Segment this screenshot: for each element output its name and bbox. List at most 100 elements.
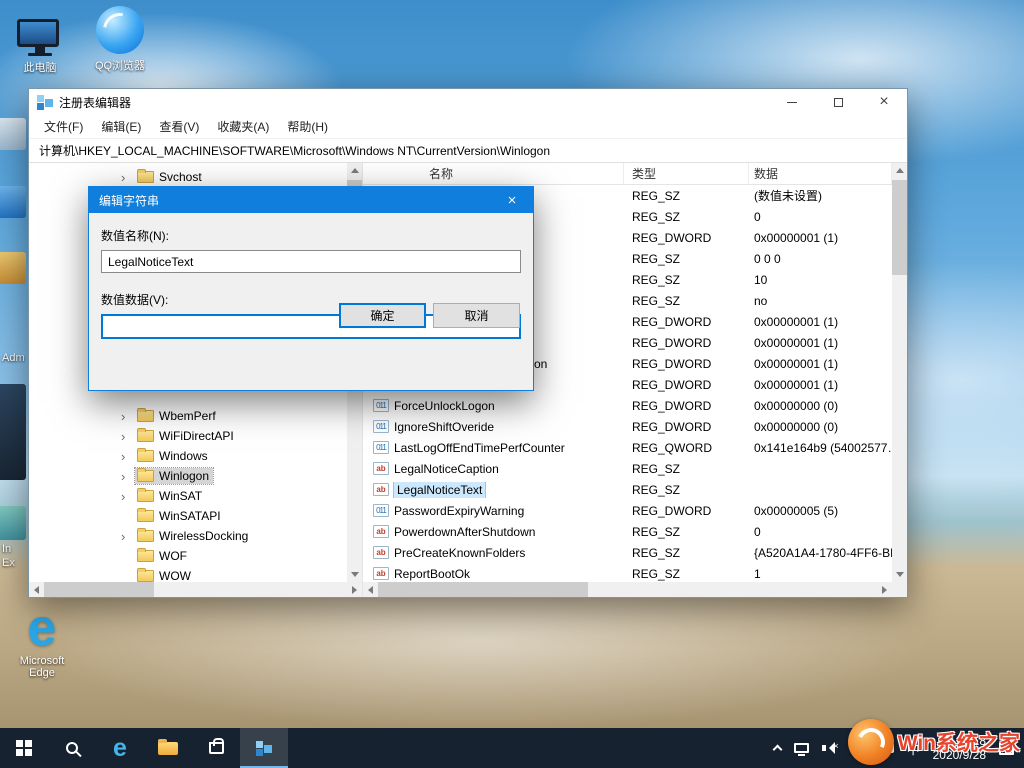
start-button[interactable] [0,728,48,768]
value-data-cell: 0x00000001 (1) [749,315,892,329]
tree-item-WiFiDirectAPI[interactable]: ›WiFiDirectAPI [29,426,347,446]
registry-value-row[interactable]: abPreCreateKnownFoldersREG_SZ{A520A1A4-1… [363,542,892,563]
tree-item-WOW[interactable]: WOW [29,566,347,582]
scroll-thumb[interactable] [44,582,154,597]
menu-item-4[interactable]: 帮助(H) [278,115,337,138]
tree-item-Winlogon[interactable]: › Winlogon [29,466,347,486]
store-icon [209,742,224,754]
registry-value-row[interactable]: abReportBootOkREG_SZ1 [363,563,892,582]
menu-item-3[interactable]: 收藏夹(A) [208,115,278,138]
value-data-cell: 0x00000000 (0) [749,420,892,434]
tree-item-WOF[interactable]: WOF [29,546,347,566]
menu-item-1[interactable]: 编辑(E) [92,115,150,138]
menu-item-2[interactable]: 查看(V) [150,115,208,138]
minimize-button[interactable] [769,89,815,115]
tree-item-label: WinSATAPI [159,509,221,523]
tree-item-label: Winlogon [159,469,209,483]
scroll-right-icon[interactable] [347,582,362,597]
value-name: LastLogOffEndTimePerfCounter [394,441,565,455]
desktop-icon-qq-browser[interactable]: QQ浏览器 [84,6,156,73]
menu-bar: 文件(F)编辑(E)查看(V)收藏夹(A)帮助(H) [29,115,907,139]
maximize-button[interactable] [815,89,861,115]
registry-value-row[interactable]: 011ForceUnlockLogonREG_DWORD0x00000000 (… [363,395,892,416]
tree-item-Svchost[interactable]: ›Svchost [29,167,347,187]
desktop-icon-this-pc[interactable]: 此电脑 [4,8,76,75]
address-bar[interactable]: 计算机\HKEY_LOCAL_MACHINE\SOFTWARE\Microsof… [29,139,907,163]
tree-item-label: Windows [159,449,208,463]
value-name: LegalNoticeCaption [394,462,499,476]
list-vertical-scrollbar[interactable] [892,163,907,582]
registry-value-row[interactable]: abPowerdownAfterShutdownREG_SZ0 [363,521,892,542]
window-title-bar[interactable]: 注册表编辑器 [29,89,907,115]
tree-item-Windows[interactable]: › Windows [29,446,347,466]
taskbar-store-button[interactable] [192,728,240,768]
string-value-icon: ab [373,525,389,538]
desktop: 此电脑 QQ浏览器 e Microsoft Edge Adm In Ex 注册表… [0,0,1024,768]
taskbar-registry-editor-button[interactable] [240,728,288,768]
hidden-icons-chevron-icon[interactable] [772,745,782,755]
value-type-cell: REG_SZ [624,189,749,203]
scroll-up-icon[interactable] [892,163,907,178]
close-button[interactable] [861,89,907,115]
column-header-1[interactable]: 类型 [624,163,749,184]
value-name-cell: ab PreCreateKnownFolders [363,546,624,560]
chevron-right-icon: › [121,470,135,483]
scroll-down-icon[interactable] [347,567,362,582]
volume-muted-icon[interactable]: × [822,742,839,754]
ok-button[interactable]: 确定 [339,303,426,328]
value-data-cell: no [749,294,892,308]
partial-icon-label: Adm [2,352,25,364]
registry-value-row[interactable]: 011PasswordExpiryWarningREG_DWORD0x00000… [363,500,892,521]
tree-node: WOW [135,568,195,582]
string-value-icon: ab [373,567,389,580]
dword-value-icon: 011 [373,399,389,412]
value-name-input[interactable] [101,250,521,273]
registry-value-row[interactable]: abLegalNoticeCaptionREG_SZ [363,458,892,479]
taskbar-search-button[interactable] [48,728,96,768]
registry-value-row[interactable]: abLegalNoticeTextREG_SZ [363,479,892,500]
network-icon[interactable] [794,743,809,753]
edge-icon: e [6,604,78,652]
value-type-cell: REG_DWORD [624,378,749,392]
desktop-icon-edge[interactable]: e Microsoft Edge [6,604,78,679]
value-data-cell: 1 [749,567,892,581]
taskbar-file-explorer-button[interactable] [144,728,192,768]
tree-item-WirelessDocking[interactable]: ›WirelessDocking [29,526,347,546]
watermark: Win系统之家 [848,716,1020,768]
scroll-down-icon[interactable] [892,567,907,582]
scroll-thumb[interactable] [378,582,588,597]
value-data-cell: 0x00000001 (1) [749,336,892,350]
qq-browser-icon [84,6,156,54]
tree-horizontal-scrollbar[interactable] [29,582,362,597]
value-data-cell: 0 [749,210,892,224]
tree-item-WbemPerf[interactable]: ›WbemPerf [29,406,347,426]
dialog-close-icon[interactable]: × [491,187,533,213]
tree-item-label: Svchost [159,170,202,184]
column-header-0[interactable]: 名称 [363,163,624,184]
registry-value-row[interactable]: 011IgnoreShiftOverideREG_DWORD0x00000000… [363,416,892,437]
tree-item-WinSATAPI[interactable]: WinSATAPI [29,506,347,526]
menu-item-0[interactable]: 文件(F) [35,115,92,138]
tree-item-label: WinSAT [159,489,202,503]
scroll-up-icon[interactable] [347,163,362,178]
string-value-icon: ab [373,546,389,559]
scroll-right-icon[interactable] [877,582,892,597]
scroll-left-icon[interactable] [29,582,44,597]
value-data-cell: 0x00000001 (1) [749,231,892,245]
value-type-cell: REG_DWORD [624,357,749,371]
dialog-title-bar[interactable]: 编辑字符串 × [89,187,533,213]
value-type-cell: REG_SZ [624,525,749,539]
value-data-cell: {A520A1A4-1780-4FF6-BD… [749,546,892,560]
folder-icon [137,490,154,502]
value-name: PreCreateKnownFolders [394,546,525,560]
tree-node: WinSAT [135,488,206,504]
registry-value-row[interactable]: 011LastLogOffEndTimePerfCounterREG_QWORD… [363,437,892,458]
column-header-2[interactable]: 数据 [749,163,892,184]
taskbar-edge-button[interactable]: e [96,728,144,768]
tree-item-WinSAT[interactable]: ›WinSAT [29,486,347,506]
cancel-button[interactable]: 取消 [433,303,520,328]
scroll-thumb[interactable] [892,180,907,275]
chevron-right-icon: › [121,450,135,463]
scroll-left-icon[interactable] [363,582,378,597]
list-horizontal-scrollbar[interactable] [363,582,892,597]
